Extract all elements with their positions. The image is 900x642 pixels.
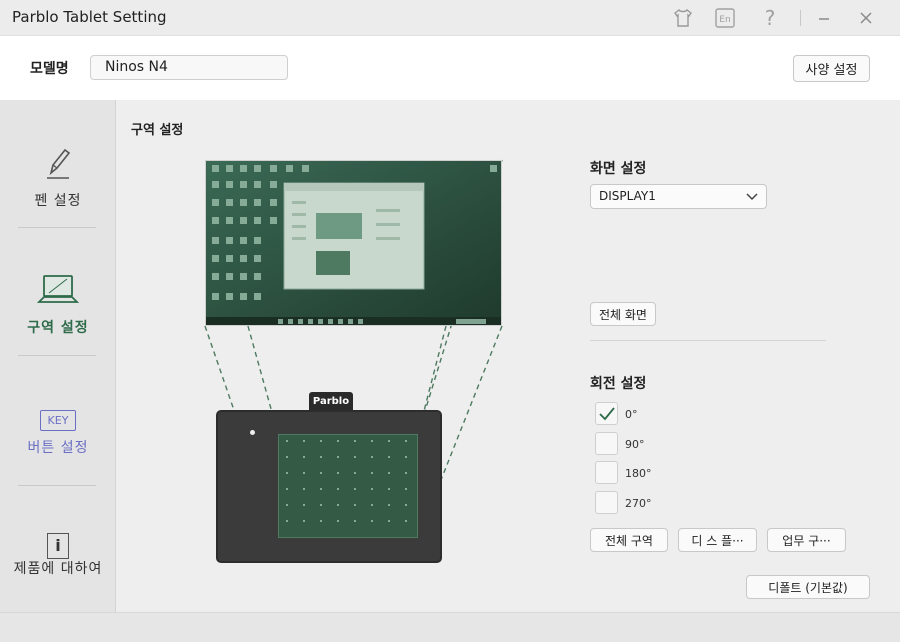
rotation-0-label: 0° — [625, 408, 638, 421]
help-icon[interactable]: ? — [758, 6, 782, 30]
minimize-icon[interactable] — [812, 6, 836, 30]
rotation-settings-title: 회전 설정 — [590, 376, 647, 392]
help-glyph: ? — [764, 6, 776, 30]
rotation-90-label: 90° — [625, 438, 645, 451]
title-bar: Parblo Tablet Setting En ? — [0, 0, 900, 36]
sidebar-item-about[interactable]: i 제품에 대하여 — [0, 533, 116, 577]
work-area-button[interactable]: 업무 구··· — [767, 528, 846, 552]
info-icon: i — [47, 533, 69, 559]
shirt-icon[interactable] — [671, 6, 695, 30]
footer-bar — [0, 612, 900, 642]
pen-icon — [43, 148, 73, 184]
sidebar-divider — [18, 485, 96, 486]
laptop-icon — [36, 275, 80, 311]
sidebar-item-pen[interactable]: 펜 설정 — [0, 146, 116, 210]
chevron-down-icon — [746, 191, 758, 205]
tablet-indicator-light — [250, 430, 255, 435]
rotation-270-checkbox[interactable] — [595, 491, 618, 514]
desktop-thumbnail — [206, 161, 501, 325]
spec-settings-button[interactable]: 사양 설정 — [793, 55, 870, 82]
sidebar-divider — [18, 355, 96, 356]
tablet-brand: Parblo — [309, 392, 353, 411]
sidebar-item-label: 펜 설정 — [34, 193, 82, 209]
display-area-button[interactable]: 디 스 플··· — [678, 528, 757, 552]
model-bar: 모델명 Ninos N4 사양 설정 — [0, 36, 900, 100]
close-icon[interactable] — [854, 6, 878, 30]
full-screen-button[interactable]: 전체 화면 — [590, 302, 656, 326]
screen-settings-title: 화면 설정 — [590, 161, 647, 177]
sidebar-item-buttons[interactable]: KEY 버튼 설정 — [0, 409, 116, 457]
check-icon — [599, 407, 615, 421]
display-select[interactable]: DISPLAY1 — [590, 184, 767, 209]
language-icon[interactable]: En — [713, 6, 737, 30]
sidebar-item-label: 제품에 대하여 — [13, 561, 103, 577]
screen-preview — [205, 160, 502, 326]
sidebar-item-label: 버튼 설정 — [27, 440, 89, 456]
rotation-0-checkbox[interactable] — [595, 402, 618, 425]
tablet-active-area[interactable] — [278, 434, 418, 538]
sidebar-divider — [18, 227, 96, 228]
key-icon: KEY — [39, 410, 77, 431]
model-field: Ninos N4 — [90, 55, 288, 80]
model-label: 모델명 — [30, 61, 69, 77]
rotation-180-label: 180° — [625, 467, 652, 480]
sidebar-item-area[interactable]: 구역 설정 — [0, 273, 116, 337]
rotation-90-checkbox[interactable] — [595, 432, 618, 455]
active-area-grid — [286, 440, 407, 522]
default-button[interactable]: 디폴트 (기본값) — [746, 575, 870, 599]
svg-text:En: En — [719, 15, 730, 25]
content-area: 구역 설정 Parblo 화면 설정 DISPLAY1 전체 화면 회전 설정 … — [116, 100, 900, 612]
section-divider — [590, 340, 826, 341]
titlebar-divider — [800, 10, 801, 26]
display-select-value: DISPLAY1 — [599, 189, 656, 203]
sidebar: 펜 설정 구역 설정 KEY 버튼 설정 i 제품에 대하여 — [0, 100, 116, 612]
full-area-button[interactable]: 전체 구역 — [590, 528, 668, 552]
sidebar-item-label: 구역 설정 — [27, 320, 89, 336]
window-title: Parblo Tablet Setting — [12, 8, 167, 26]
rotation-270-label: 270° — [625, 497, 652, 510]
rotation-180-checkbox[interactable] — [595, 461, 618, 484]
